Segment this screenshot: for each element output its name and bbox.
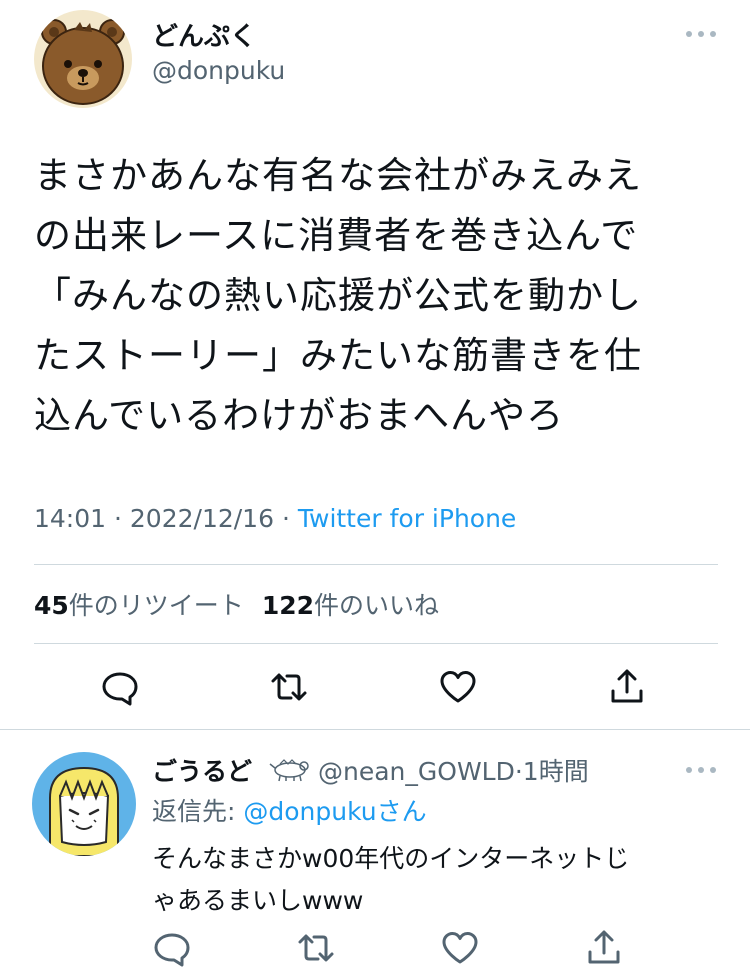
divider — [34, 643, 718, 644]
share-icon[interactable] — [607, 667, 647, 707]
display-name[interactable]: どんぷく — [152, 16, 256, 53]
retweet-label: 件のリツイート — [68, 591, 244, 620]
meta-separator: · — [114, 504, 130, 533]
tweet-separator — [0, 729, 750, 730]
replying-suffix: さん — [376, 797, 427, 826]
like-icon[interactable] — [440, 928, 480, 968]
like-label: 件のいいね — [314, 591, 440, 620]
blonde-character-avatar-icon[interactable] — [32, 752, 136, 856]
reply-icon[interactable] — [152, 928, 192, 968]
share-icon[interactable] — [584, 928, 624, 968]
like-icon[interactable] — [438, 667, 478, 707]
tweet-text-line: 「みんなの熱い応援が公式を動かし — [34, 274, 642, 317]
reply-handle[interactable]: @nean_GOWLD — [318, 757, 515, 786]
user-handle[interactable]: @donpuku — [152, 56, 285, 85]
reply-display-name[interactable]: ごうるど — [152, 752, 252, 788]
replying-to: 返信先: @donpukuさん — [152, 792, 427, 828]
tweet-stats: 45件のリツイート 122件のいいね — [34, 586, 439, 622]
like-count: 122 — [261, 591, 314, 620]
divider — [34, 564, 718, 565]
retweet-icon[interactable] — [269, 667, 309, 707]
retweet-count: 45 — [34, 591, 69, 620]
retweet-stat[interactable]: 45件のリツイート — [34, 591, 244, 620]
tweet-time[interactable]: 14:01 — [34, 504, 106, 533]
reply-icon[interactable] — [100, 667, 140, 707]
tweet-text-line: まさかあんな有名な会社がみえみえ — [34, 154, 642, 197]
tweet-text-line: 込んでいるわけがおまへんやろ — [34, 394, 565, 437]
reply-text-line: そんなまさかw00年代のインターネットじ — [152, 844, 630, 873]
reply-handle-line: @nean_GOWLD·1時間 — [318, 752, 589, 788]
bear-avatar-icon[interactable] — [34, 10, 132, 108]
replying-prefix: 返信先: — [152, 797, 244, 826]
tweet-source-link[interactable]: Twitter for iPhone — [298, 504, 516, 533]
meta-separator: · — [514, 757, 523, 786]
tweet-text-line: たストーリー」みたいな筋書きを仕 — [34, 334, 642, 377]
tweet-text: まさかあんな有名な会社がみえみえ の出来レースに消費者を巻き込んで 「みんなの熱… — [34, 146, 724, 446]
more-dots-icon[interactable] — [684, 22, 718, 46]
more-dots-icon[interactable] — [684, 758, 718, 782]
tweet-meta: 14:01 · 2022/12/16 · Twitter for iPhone — [34, 504, 516, 533]
replying-to-link[interactable]: @donpuku — [243, 797, 376, 826]
meta-separator: · — [281, 504, 298, 533]
reply-text-line: ゃあるまいしwww — [152, 886, 364, 915]
like-stat[interactable]: 122件のいいね — [262, 591, 439, 620]
reply-time[interactable]: 1時間 — [523, 757, 589, 786]
animal-doodle-icon — [268, 754, 312, 782]
tweet-text-line: の出来レースに消費者を巻き込んで — [34, 214, 639, 257]
retweet-icon[interactable] — [296, 928, 336, 968]
reply-text: そんなまさかw00年代のインターネットじ ゃあるまいしwww — [152, 838, 722, 922]
tweet-date[interactable]: 2022/12/16 — [130, 504, 274, 533]
